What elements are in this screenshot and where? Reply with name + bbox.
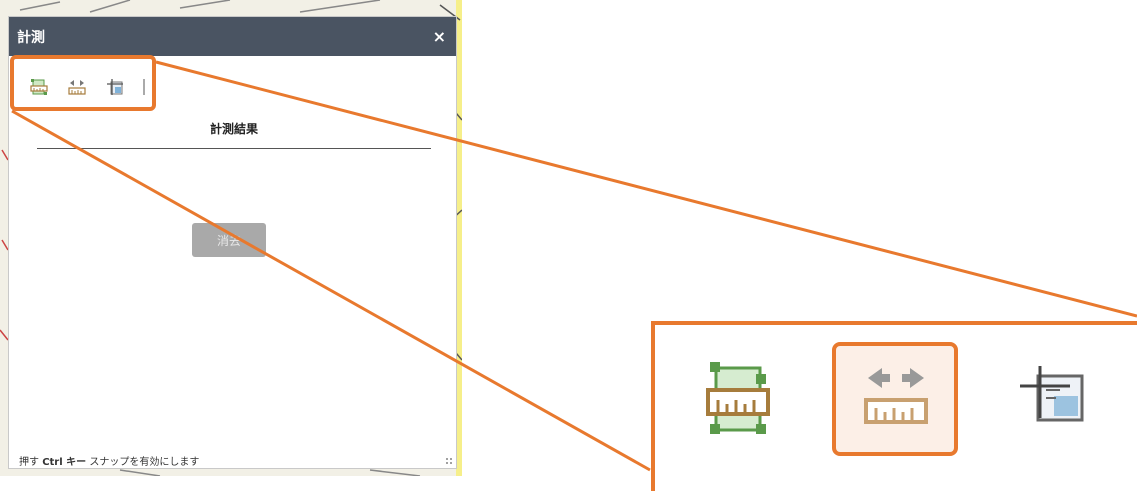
result-divider [37,148,431,149]
zoom-distance-measure[interactable] [862,362,930,436]
result-heading: 計測結果 [209,122,258,136]
zoom-area-measure[interactable] [706,362,770,442]
hint-prefix: 押す [19,457,39,468]
snap-hint: 押す Ctrl キー スナップを有効にします [19,453,199,468]
resize-handle[interactable] [445,457,453,465]
clear-button[interactable]: 消去 [192,223,266,257]
hint-suffix: スナップを有効にします [89,457,200,468]
widget-title: 計測 [17,29,45,46]
area-measure-icon [706,362,770,434]
close-button[interactable]: × [433,27,446,46]
location-measure-icon [1020,366,1084,422]
zoom-location-measure[interactable] [1020,366,1086,430]
hint-key: Ctrl キー [42,457,87,468]
toolbar-highlight [10,55,156,111]
widget-header: 計測 × [9,17,456,56]
distance-measure-icon [864,368,928,424]
